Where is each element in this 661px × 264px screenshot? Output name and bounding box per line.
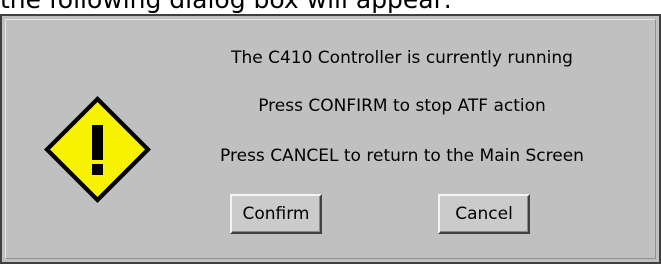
controller-running-dialog: The C410 Controller is currently running… bbox=[0, 14, 661, 264]
confirm-button[interactable]: Confirm bbox=[230, 194, 322, 234]
dialog-message-line-2: Press CONFIRM to stop ATF action bbox=[258, 96, 546, 116]
warning-icon bbox=[44, 96, 151, 203]
cancel-button[interactable]: Cancel bbox=[438, 194, 530, 234]
dialog-message-line-3: Press CANCEL to return to the Main Scree… bbox=[220, 146, 584, 166]
dialog-message-line-1: The C410 Controller is currently running bbox=[231, 48, 573, 68]
document-caption: the following dialog box will appear: bbox=[0, 0, 661, 15]
